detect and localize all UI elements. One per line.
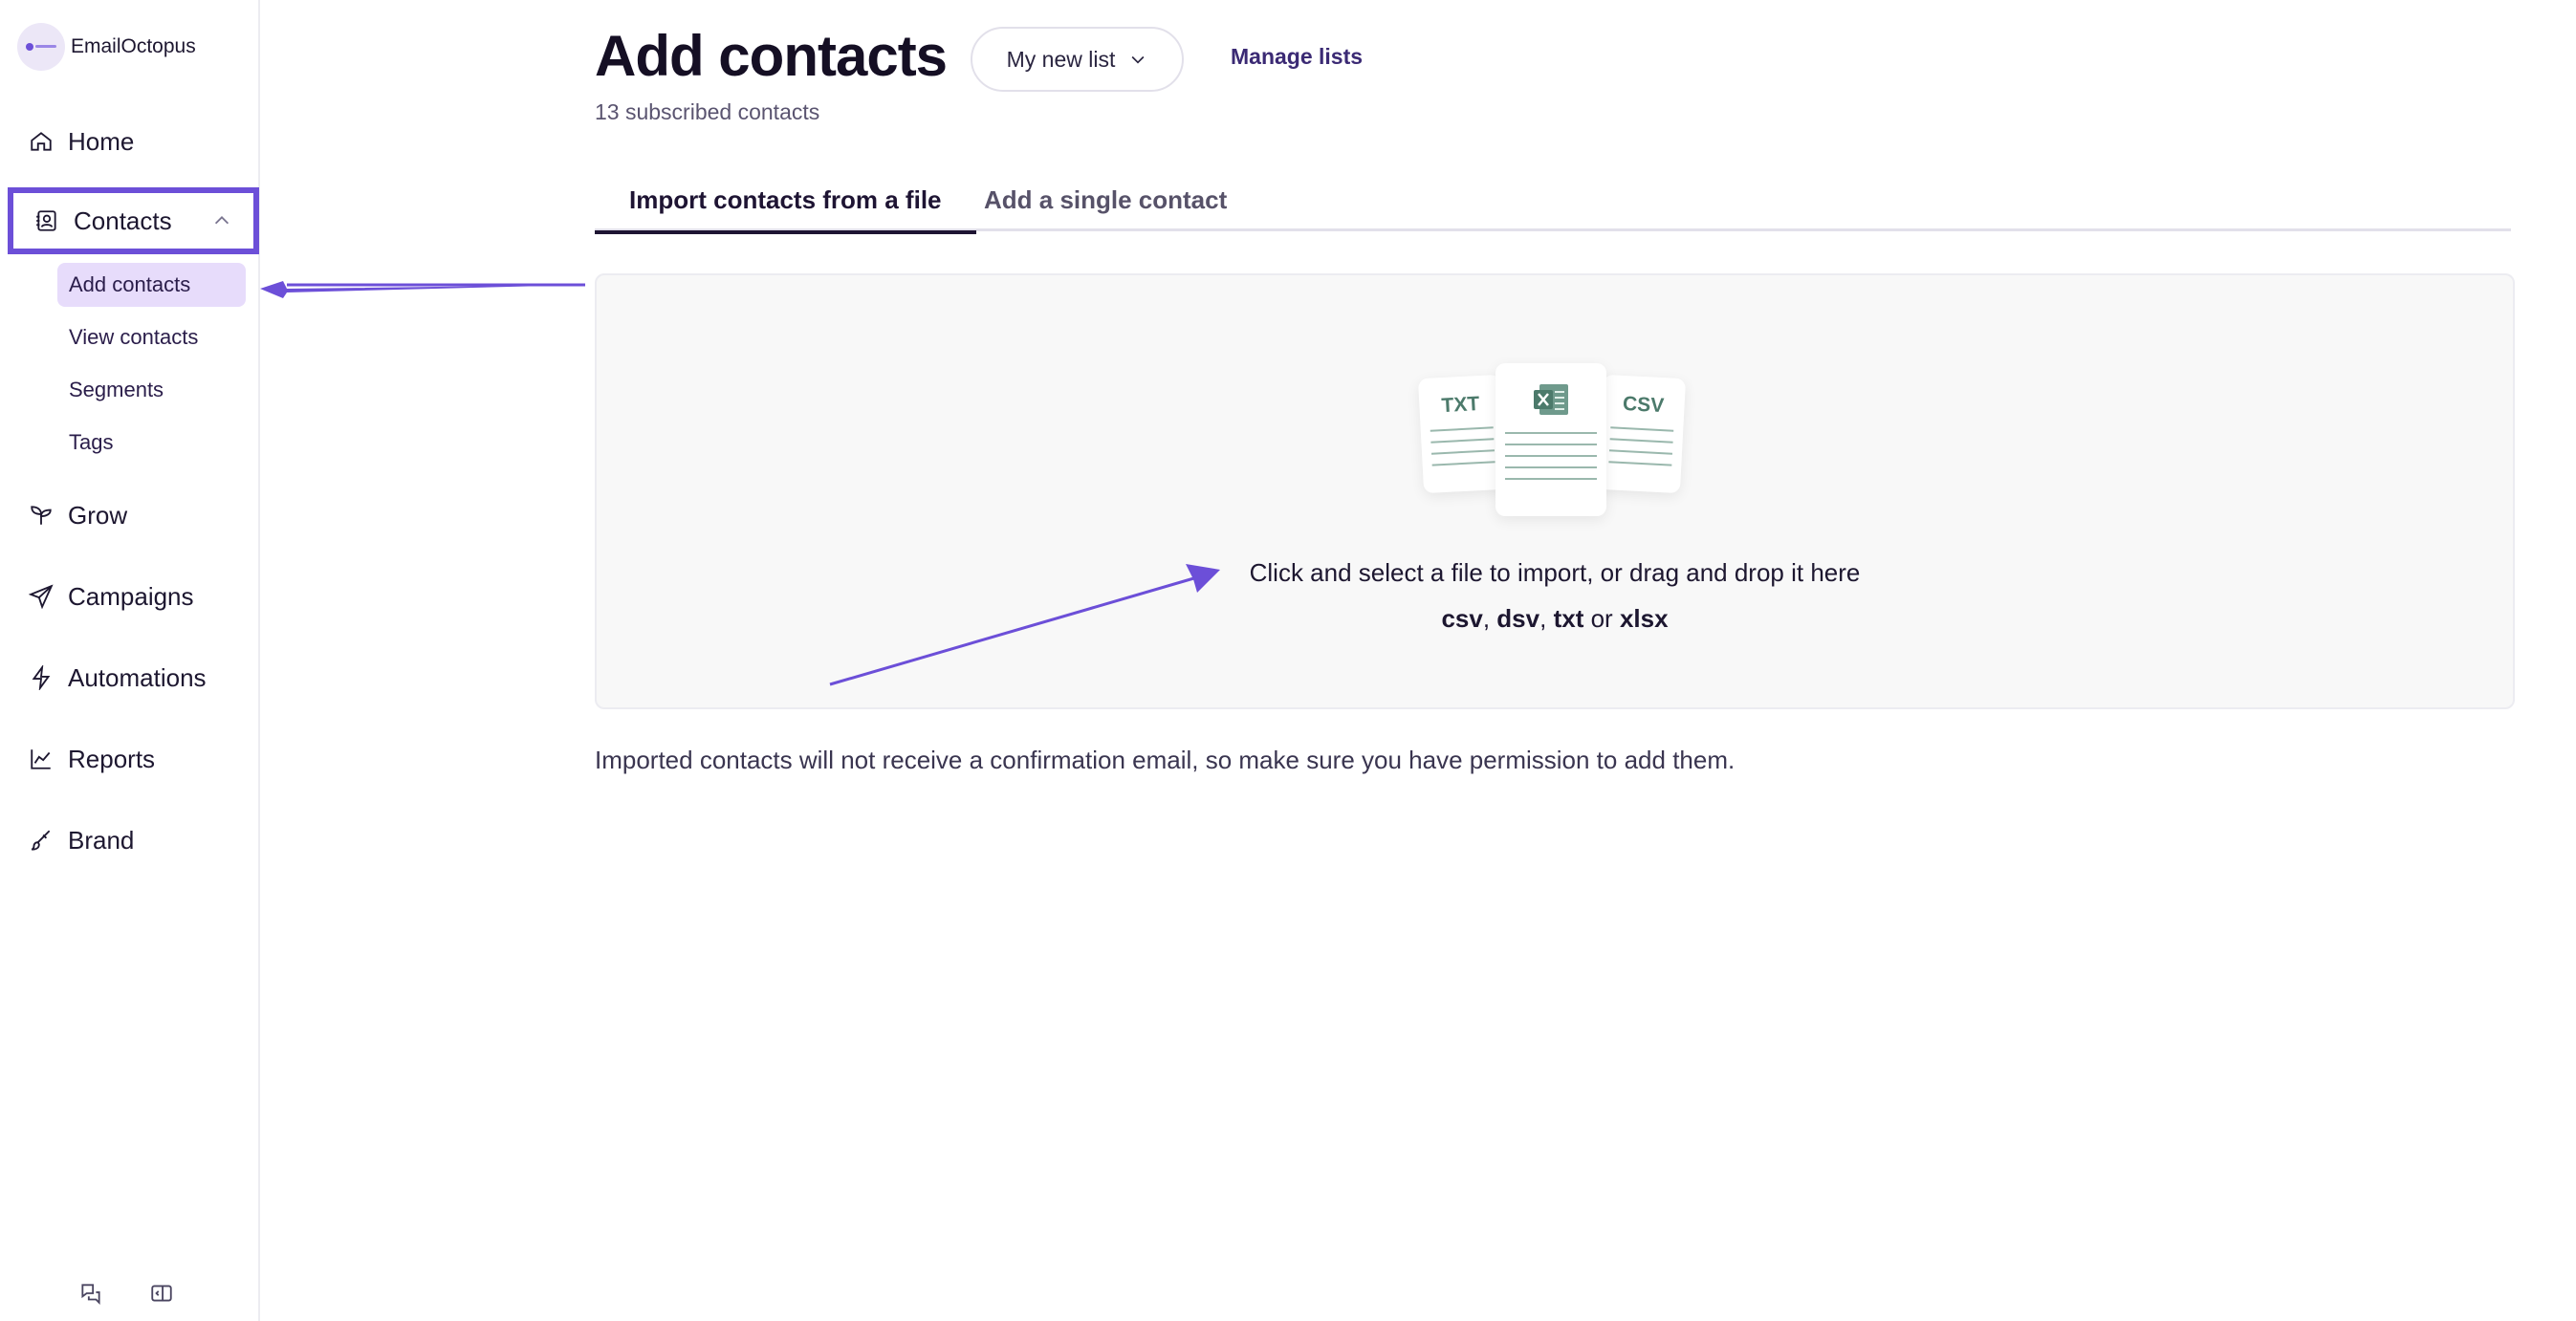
app-root: EmailOctopus Home Contacts Add contacts …	[0, 0, 2576, 1321]
octopus-logo-icon	[17, 23, 65, 71]
format-xlsx: xlsx	[1619, 604, 1669, 633]
sidebar: EmailOctopus Home Contacts Add contacts …	[0, 0, 260, 1321]
sidebar-item-label: Brand	[68, 825, 135, 855]
sidebar-subitem-view-contacts[interactable]: View contacts	[57, 315, 209, 359]
chart-line-icon	[29, 747, 54, 771]
list-selector-value: My new list	[1006, 46, 1116, 72]
sidebar-item-reports[interactable]: Reports	[29, 735, 155, 783]
brand-name: EmailOctopus	[71, 35, 196, 57]
home-icon	[29, 129, 54, 154]
sidebar-item-label: Campaigns	[68, 581, 194, 611]
permission-note: Imported contacts will not receive a con…	[595, 746, 1736, 774]
brand[interactable]: EmailOctopus	[17, 23, 196, 71]
manage-lists-link[interactable]: Manage lists	[1231, 44, 1363, 70]
list-selector-dropdown[interactable]: My new list	[971, 27, 1184, 92]
file-types-illustration: TXT CSV	[1417, 363, 1689, 526]
contacts-icon	[34, 208, 59, 233]
sidebar-subitem-label: View contacts	[69, 325, 199, 349]
brush-icon	[29, 828, 54, 853]
excel-file-icon	[1495, 363, 1606, 516]
send-icon	[29, 584, 54, 609]
supported-formats: csv, dsv, txt or xlsx	[1441, 604, 1669, 633]
help-chat-icon[interactable]	[76, 1279, 105, 1308]
sidebar-subitem-label: Tags	[69, 430, 114, 454]
sidebar-item-label: Contacts	[74, 206, 172, 235]
sidebar-item-campaigns[interactable]: Campaigns	[29, 573, 194, 620]
sidebar-item-label: Home	[68, 126, 135, 156]
sidebar-item-automations[interactable]: Automations	[29, 654, 207, 702]
subscribed-count: 13 subscribed contacts	[595, 99, 820, 124]
page-title: Add contacts	[595, 24, 948, 88]
format-csv: csv	[1441, 604, 1483, 633]
sidebar-item-brand[interactable]: Brand	[29, 816, 134, 864]
txt-file-icon: TXT	[1417, 374, 1507, 494]
format-txt: txt	[1553, 604, 1584, 633]
sidebar-subitem-add-contacts[interactable]: Add contacts	[57, 263, 246, 307]
excel-logo-icon	[1534, 384, 1568, 415]
lightning-icon	[29, 665, 54, 690]
tab-import-from-file[interactable]: Import contacts from a file	[595, 185, 976, 234]
sidebar-item-contacts[interactable]: Contacts	[8, 187, 259, 254]
chevron-up-icon[interactable]	[211, 210, 232, 231]
sidebar-subitem-label: Segments	[69, 378, 164, 401]
csv-file-icon: CSV	[1597, 374, 1687, 494]
collapse-sidebar-icon[interactable]	[147, 1279, 176, 1308]
sidebar-item-grow[interactable]: Grow	[29, 491, 127, 539]
chevron-down-icon	[1131, 55, 1145, 64]
dropzone-instruction: Click and select a file to import, or dr…	[1249, 558, 1861, 587]
tab-label: Import contacts from a file	[629, 185, 942, 214]
sidebar-item-label: Grow	[68, 500, 128, 530]
tab-bar: Import contacts from a file Add a single…	[595, 178, 2511, 234]
sidebar-subitem-segments[interactable]: Segments	[57, 368, 175, 412]
sidebar-item-home[interactable]: Home	[29, 118, 134, 165]
tab-label: Add a single contact	[984, 185, 1228, 214]
sidebar-footer	[76, 1279, 176, 1308]
sidebar-item-label: Automations	[68, 662, 207, 692]
sidebar-subitem-tags[interactable]: Tags	[57, 421, 124, 465]
file-dropzone[interactable]: TXT CSV Click and select a file to impor…	[595, 273, 2515, 709]
sidebar-subitem-label: Add contacts	[69, 272, 191, 296]
arrow-to-add-contacts	[260, 281, 585, 298]
tab-add-single-contact[interactable]: Add a single contact	[950, 185, 1261, 231]
sprout-icon	[29, 503, 54, 528]
format-dsv: dsv	[1496, 604, 1540, 633]
sidebar-item-label: Reports	[68, 744, 156, 773]
